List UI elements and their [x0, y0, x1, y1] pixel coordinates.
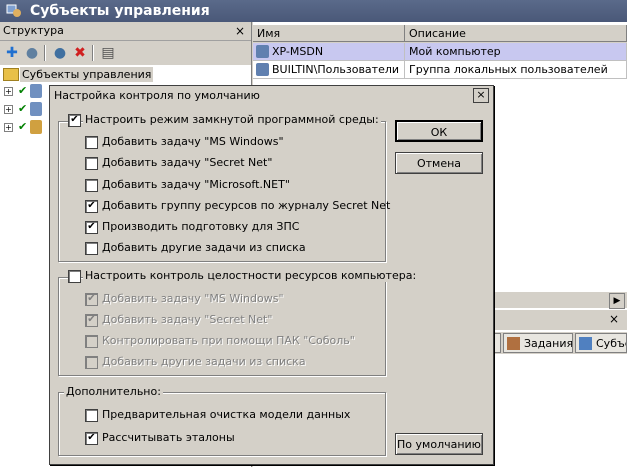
calculate-standards-checkbox[interactable]: ✔ — [85, 432, 98, 445]
move-icon[interactable]: ● — [52, 45, 68, 61]
resource-group-journal-checkbox[interactable]: ✔ — [85, 200, 98, 213]
integrity-control-checkbox[interactable] — [68, 270, 81, 283]
app-title-bar: Субъекты управления — [0, 0, 627, 22]
structure-pane-header: Структура × — [0, 22, 251, 41]
group-icon — [30, 102, 42, 116]
group-icon — [256, 63, 269, 76]
add-user-icon[interactable]: ● — [24, 45, 40, 61]
structure-toolbar: ✚ ● ● ✖ ▤ — [0, 41, 251, 65]
check-icon: ✔ — [18, 102, 28, 115]
tab-tasks-label: Задания — [524, 337, 573, 350]
structure-pane-title: Структура — [3, 24, 64, 37]
cell-name: BUILTIN\Пользователи — [253, 61, 405, 79]
scroll-right-icon[interactable]: ▶ — [609, 293, 625, 309]
expand-icon[interactable]: + — [4, 105, 13, 114]
sobol-control-checkbox — [85, 335, 98, 348]
calculate-standards-label: Рассчитывать эталоны — [102, 431, 235, 444]
prepare-zps-label: Производить подготовку для ЗПС — [102, 220, 300, 233]
app-icon — [6, 3, 22, 19]
prepare-zps-checkbox[interactable]: ✔ — [85, 221, 98, 234]
cancel-button[interactable]: Отмена — [395, 152, 483, 174]
tree-root-label: Субъекты управления — [20, 67, 154, 82]
close-icon[interactable]: × — [235, 22, 245, 40]
task-secret-net-checkbox[interactable] — [85, 157, 98, 170]
computer-icon — [30, 84, 42, 98]
task-secret-net-label: Добавить задачу "Secret Net" — [102, 156, 273, 169]
additional-label: Дополнительно: — [64, 385, 163, 398]
close-icon[interactable]: × — [473, 88, 489, 103]
tree-root[interactable]: Субъекты управления — [0, 66, 251, 84]
task-ms-windows-checkbox[interactable] — [85, 136, 98, 149]
subjects-icon — [579, 337, 592, 350]
delete-icon[interactable]: ✖ — [72, 45, 88, 61]
properties-icon[interactable]: ▤ — [100, 45, 116, 61]
clear-data-model-checkbox[interactable] — [85, 409, 98, 422]
ok-button[interactable]: ОК — [395, 120, 483, 142]
additional-group — [58, 392, 386, 456]
integrity-secret-net-label: Добавить задачу "Secret Net" — [102, 313, 273, 326]
dialog-title-bar: Настройка контроля по умолчанию × — [50, 86, 493, 106]
defaults-button[interactable]: По умолчанию — [395, 433, 483, 455]
column-header-name[interactable]: Имя — [253, 25, 405, 42]
integrity-ms-windows-label: Добавить задачу "MS Windows" — [102, 292, 284, 305]
task-ms-windows-label: Добавить задачу "MS Windows" — [102, 135, 284, 148]
folder-icon — [3, 68, 19, 81]
add-icon[interactable]: ✚ — [4, 45, 20, 61]
closed-environment-label: Настроить режим замкнутой программной ср… — [83, 113, 381, 126]
table-row[interactable]: XP-MSDN Мой компьютер — [253, 43, 627, 61]
tree-node[interactable]: + ✔ — [4, 102, 44, 118]
tab-tasks[interactable]: Задания — [503, 333, 573, 353]
integrity-ms-windows-checkbox: ✔ — [85, 293, 98, 306]
task-microsoft-net-checkbox[interactable] — [85, 179, 98, 192]
integrity-secret-net-checkbox: ✔ — [85, 314, 98, 327]
other-tasks-label: Добавить другие задачи из списка — [102, 241, 306, 254]
cell-name: XP-MSDN — [253, 43, 405, 61]
tab-subjects-label: Субъе — [596, 337, 626, 350]
expand-icon[interactable]: + — [4, 87, 13, 96]
computer-icon — [256, 45, 269, 58]
close-icon[interactable]: × — [609, 312, 619, 326]
cell-name-text: XP-MSDN — [272, 45, 324, 58]
tab-subjects[interactable]: Субъе — [575, 333, 627, 353]
closed-environment-checkbox[interactable]: ✔ — [68, 114, 81, 127]
check-icon: ✔ — [18, 84, 28, 97]
resource-group-journal-label: Добавить группу ресурсов по журналу Secr… — [102, 199, 391, 212]
check-icon: ✔ — [18, 120, 28, 133]
tree-node[interactable]: + ✔ — [4, 84, 44, 100]
cell-description: Группа локальных пользователей — [405, 61, 627, 79]
toolbar-separator — [92, 45, 94, 61]
app-title: Субъекты управления — [30, 3, 210, 19]
integrity-control-label: Настроить контроль целостности ресурсов … — [83, 269, 419, 282]
integrity-other-tasks-label: Добавить другие задачи из списка — [102, 355, 306, 368]
user-icon — [30, 120, 42, 134]
clear-data-model-label: Предварительная очистка модели данных — [102, 408, 351, 421]
expand-icon[interactable]: + — [4, 123, 13, 132]
dialog-title: Настройка контроля по умолчанию — [54, 89, 260, 102]
cell-name-text: BUILTIN\Пользователи — [272, 63, 400, 76]
tree-node[interactable]: + ✔ — [4, 120, 44, 136]
integrity-other-tasks-checkbox — [85, 356, 98, 369]
grid-header: Имя Описание — [253, 25, 627, 43]
default-control-settings-dialog: Настройка контроля по умолчанию × ✔ Наст… — [49, 85, 494, 465]
column-header-description[interactable]: Описание — [405, 25, 627, 42]
tasks-icon — [507, 337, 520, 350]
toolbar-separator — [44, 45, 46, 61]
task-microsoft-net-label: Добавить задачу "Microsoft.NET" — [102, 178, 290, 191]
cell-description: Мой компьютер — [405, 43, 627, 61]
table-row[interactable]: BUILTIN\Пользователи Группа локальных по… — [253, 61, 627, 79]
other-tasks-checkbox[interactable] — [85, 242, 98, 255]
sobol-control-label: Контролировать при помощи ПАК "Соболь" — [102, 334, 355, 347]
